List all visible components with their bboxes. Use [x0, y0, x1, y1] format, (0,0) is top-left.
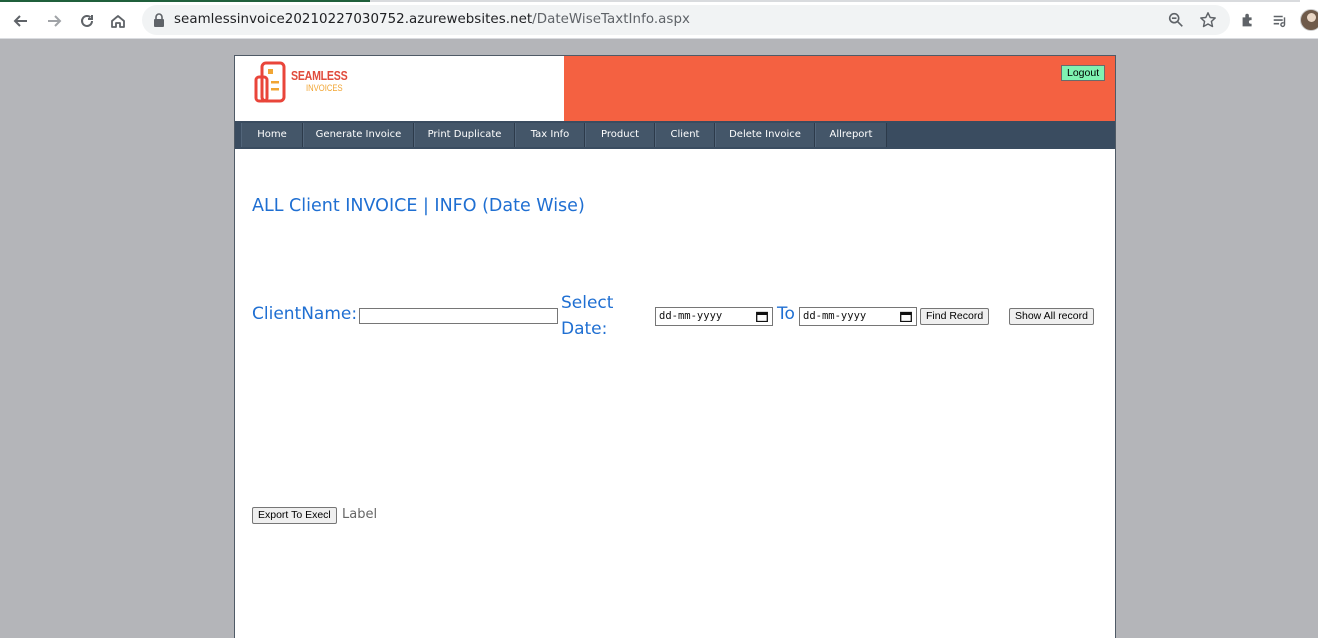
zoom-icon: [1168, 12, 1183, 27]
url-host: seamlessinvoice20210227030752.azurewebsi…: [174, 12, 533, 27]
page-container: SEAMLESS INVOICES Logout Home Generate I…: [234, 55, 1116, 638]
site-header: SEAMLESS INVOICES Logout: [235, 56, 1115, 121]
from-date-placeholder: dd-mm-yyyy: [659, 310, 723, 322]
puzzle-icon: [1242, 13, 1252, 27]
extensions-button[interactable]: [1238, 11, 1258, 31]
to-label: To: [777, 304, 795, 324]
page-title: ALL Client INVOICE | INFO (Date Wise): [252, 196, 585, 216]
menu-item-print-duplicate[interactable]: Print Duplicate: [414, 123, 515, 147]
menu-item-client[interactable]: Client: [655, 123, 715, 147]
client-name-input[interactable]: [359, 308, 558, 324]
url-path: /DateWiseTaxtInfo.aspx: [532, 12, 690, 27]
menu-item-product[interactable]: Product: [585, 123, 655, 147]
address-bar[interactable]: seamlessinvoice20210227030752.azurewebsi…: [142, 5, 1230, 35]
home-button[interactable]: [105, 8, 131, 34]
invoice-logo-icon: [254, 61, 286, 103]
menu-item-tax-info[interactable]: Tax Info: [515, 123, 585, 147]
to-date-input[interactable]: dd-mm-yyyy: [799, 307, 917, 326]
back-button[interactable]: [8, 8, 34, 34]
status-label: Label: [342, 507, 378, 522]
menu-item-delete-invoice[interactable]: Delete Invoice: [715, 123, 815, 147]
reading-list-button[interactable]: [1270, 11, 1290, 31]
calendar-icon[interactable]: [900, 311, 912, 322]
select-date-label-line2: Date:: [561, 319, 608, 339]
url-text: seamlessinvoice20210227030752.azurewebsi…: [174, 12, 690, 27]
select-date-label: Select Date:: [561, 290, 613, 342]
home-icon: [111, 15, 125, 28]
playlist-icon: [1273, 15, 1286, 28]
reload-button[interactable]: [74, 8, 100, 34]
brand-name: SEAMLESS: [291, 69, 348, 83]
forward-button[interactable]: [41, 8, 67, 34]
show-all-record-button[interactable]: Show All record: [1009, 308, 1094, 325]
arrow-right-icon: [48, 15, 62, 27]
find-record-button[interactable]: Find Record: [920, 308, 990, 325]
logout-button[interactable]: Logout: [1061, 65, 1106, 81]
browser-toolbar: seamlessinvoice20210227030752.azurewebsi…: [0, 2, 1318, 39]
arrow-left-icon: [13, 15, 27, 27]
menu-item-home[interactable]: Home: [241, 123, 303, 147]
main-menu-bar: Home Generate Invoice Print Duplicate Ta…: [235, 121, 1115, 149]
brand-subname: INVOICES: [306, 83, 343, 93]
to-date-placeholder: dd-mm-yyyy: [803, 310, 867, 322]
client-name-label: ClientName:: [252, 304, 358, 324]
calendar-icon[interactable]: [756, 311, 768, 322]
reload-icon: [81, 14, 93, 27]
menu-item-generate-invoice[interactable]: Generate Invoice: [303, 123, 414, 147]
lock-icon: [154, 13, 164, 27]
star-icon: [1200, 12, 1216, 28]
menu-item-allreport[interactable]: Allreport: [815, 123, 887, 147]
from-date-input[interactable]: dd-mm-yyyy: [655, 307, 773, 326]
zoom-button[interactable]: [1166, 10, 1186, 30]
export-to-excel-button[interactable]: Export To Execl: [252, 507, 337, 524]
select-date-label-line1: Select: [561, 293, 614, 313]
logo-area[interactable]: SEAMLESS INVOICES: [235, 56, 564, 121]
header-banner: [564, 56, 1115, 121]
profile-avatar[interactable]: [1300, 9, 1318, 31]
bookmark-button[interactable]: [1198, 10, 1218, 30]
main-menu: Home Generate Invoice Print Duplicate Ta…: [241, 123, 887, 147]
